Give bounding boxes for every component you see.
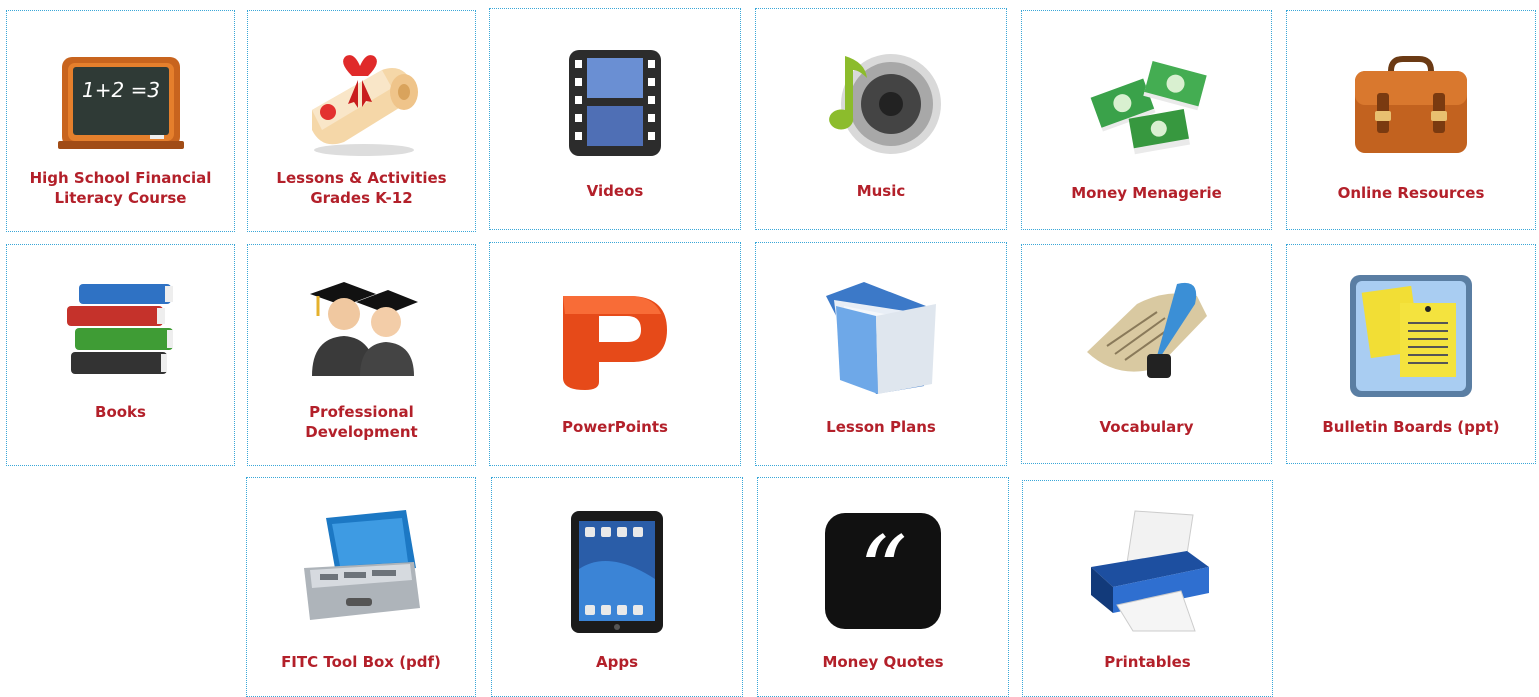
chalkboard-icon: 1+2 =3 <box>7 41 234 169</box>
folder-icon <box>756 271 1006 401</box>
tile-label: Money Menagerie <box>1071 184 1222 202</box>
tile-label: Apps <box>595 653 638 671</box>
tile-label: Bulletin Boards (ppt) <box>1322 418 1500 436</box>
diploma-icon <box>248 41 475 169</box>
tile-apps[interactable]: Apps <box>491 477 743 697</box>
tile-powerpoints[interactable]: PowerPoints <box>489 242 741 466</box>
tile-label: Books <box>95 403 146 421</box>
tablet-icon <box>492 508 742 636</box>
cash-stacks-icon <box>1022 41 1271 169</box>
tile-lesson-plans[interactable]: Lesson Plans <box>755 242 1007 466</box>
tile-fitc-tool-box[interactable]: FITC Tool Box (pdf) <box>246 477 476 697</box>
toolbox-icon <box>247 504 475 630</box>
tile-printables[interactable]: Printables <box>1022 480 1273 697</box>
tile-label: High School Financial Literacy Course <box>29 169 212 207</box>
quote-icon: “ <box>758 510 1008 632</box>
bulletin-board-icon <box>1287 273 1535 399</box>
briefcase-icon <box>1287 41 1535 169</box>
tile-lessons-activities[interactable]: Lessons & Activities Grades K-12 <box>247 10 476 232</box>
tile-high-school-financial-literacy-course[interactable]: 1+2 =3 High School Financial Literacy Co… <box>6 10 235 232</box>
book-stack-icon <box>7 275 234 385</box>
tile-label: PowerPoints <box>562 418 668 436</box>
tile-label: Online Resources <box>1337 184 1485 202</box>
tile-online-resources[interactable]: Online Resources <box>1286 10 1536 230</box>
speaker-music-note-icon <box>756 39 1006 167</box>
tile-professional-development[interactable]: Professional Development <box>247 244 476 466</box>
tile-money-quotes[interactable]: “ Money Quotes <box>757 477 1009 697</box>
tile-videos[interactable]: Videos <box>489 8 741 230</box>
chalkboard-text: 1+2 =3 <box>82 78 160 102</box>
graduates-icon <box>248 273 475 383</box>
tile-money-menagerie[interactable]: Money Menagerie <box>1021 10 1272 230</box>
tile-vocabulary[interactable]: Vocabulary <box>1021 244 1272 464</box>
printer-icon <box>1023 505 1272 637</box>
tile-label: FITC Tool Box (pdf) <box>281 653 441 671</box>
quill-scroll-icon <box>1022 273 1271 389</box>
tile-books[interactable]: Books <box>6 244 235 466</box>
tile-bulletin-boards[interactable]: Bulletin Boards (ppt) <box>1286 244 1536 464</box>
tile-label: Professional Development <box>305 403 418 441</box>
powerpoint-icon <box>490 275 740 405</box>
tile-label: Lessons & Activities Grades K-12 <box>276 169 447 207</box>
svg-text:“: “ <box>858 516 907 628</box>
tile-label: Money Quotes <box>822 653 944 671</box>
tile-label: Lesson Plans <box>826 418 936 436</box>
tile-label: Videos <box>586 182 644 200</box>
tile-label: Music <box>856 182 906 200</box>
tile-label: Vocabulary <box>1099 418 1194 436</box>
film-strip-icon <box>490 39 740 167</box>
tile-music[interactable]: Music <box>755 8 1007 230</box>
tile-label: Printables <box>1104 653 1191 671</box>
